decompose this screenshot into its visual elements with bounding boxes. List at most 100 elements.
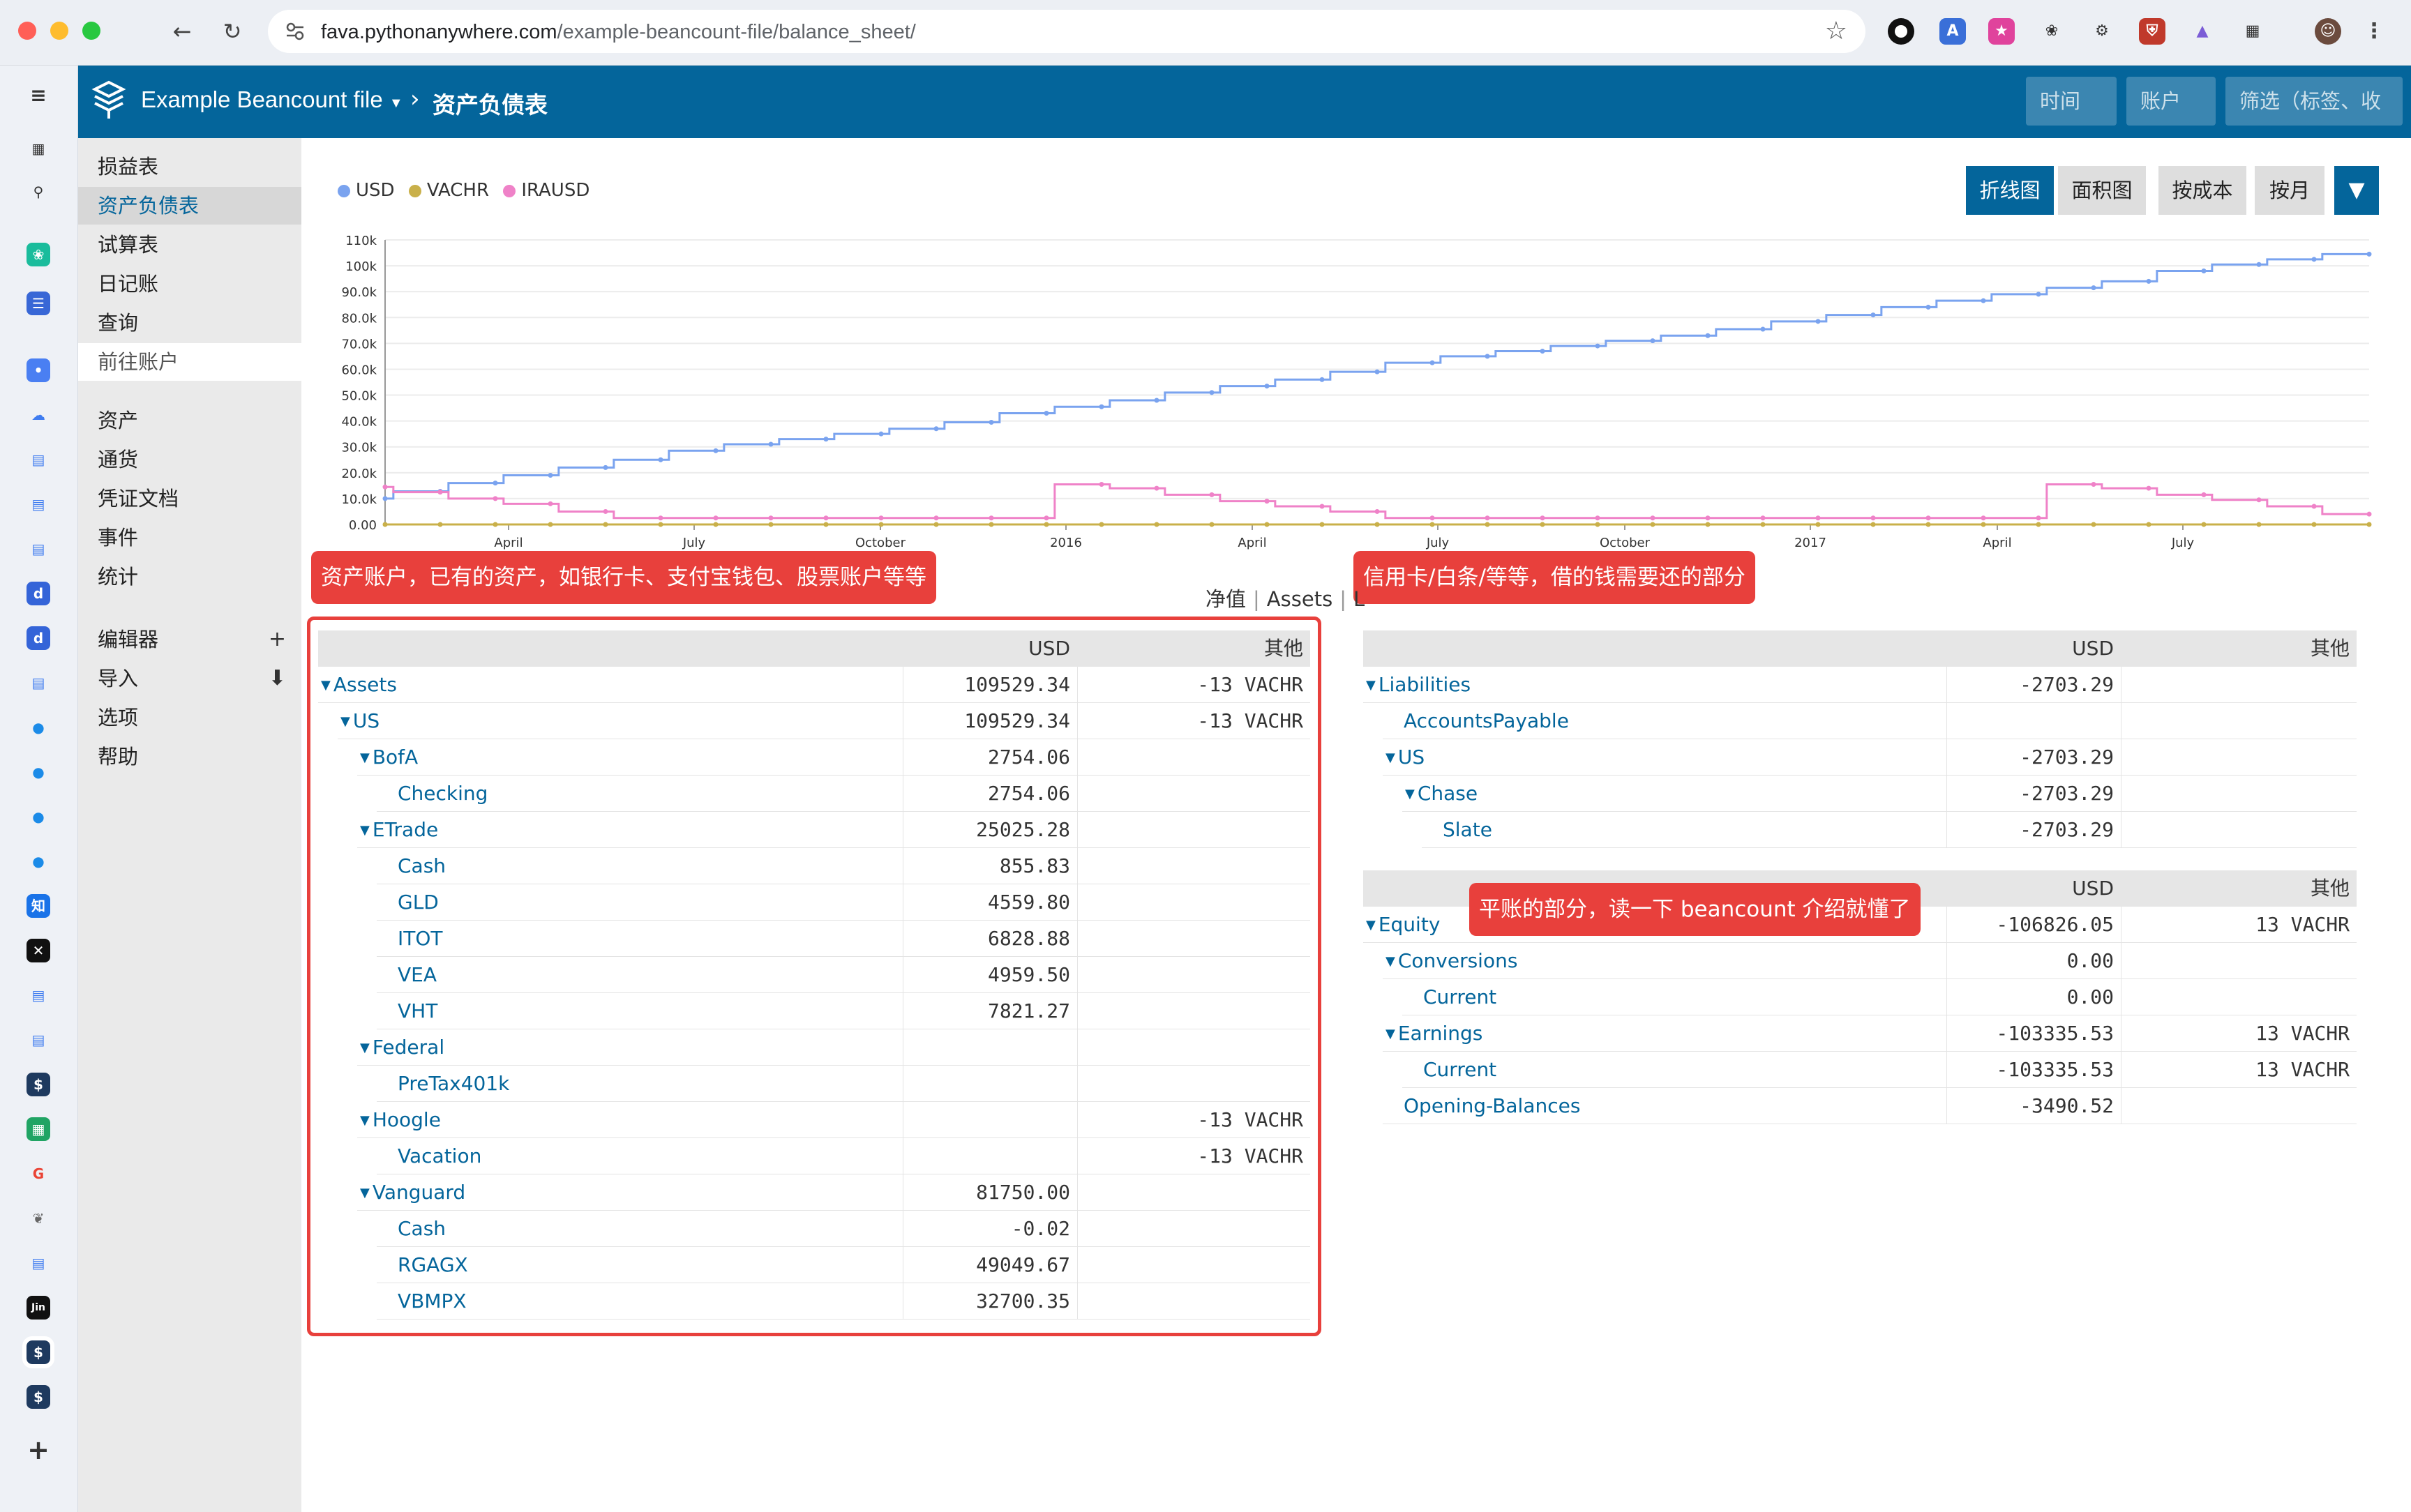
- account-name[interactable]: ITOT: [398, 921, 443, 957]
- account-name[interactable]: RGAGX: [398, 1247, 468, 1283]
- extension-translate-icon[interactable]: A: [1939, 18, 1966, 45]
- tab-chatgpt-icon[interactable]: ❀: [27, 243, 50, 266]
- tab-book-icon[interactable]: ☰: [27, 292, 50, 315]
- tab-zhihu-icon[interactable]: 知: [27, 894, 50, 918]
- ledger-selector[interactable]: Example Beancount file ▼: [141, 86, 403, 113]
- collapse-toggle-icon[interactable]: ▼: [360, 823, 370, 838]
- tab-doc-icon[interactable]: ▤: [27, 671, 50, 695]
- apps-grid-icon[interactable]: ▦: [27, 137, 50, 160]
- tab-doc-icon[interactable]: ▤: [27, 537, 50, 561]
- profile-avatar[interactable]: ☺: [2315, 18, 2341, 45]
- tab-edge-icon[interactable]: ●: [27, 760, 50, 784]
- account-filter-input[interactable]: 账户: [2126, 77, 2216, 126]
- extension-openai-icon[interactable]: ❀: [2038, 18, 2065, 45]
- tab-docs-icon[interactable]: d: [27, 582, 50, 605]
- tab-edge-icon[interactable]: ●: [27, 805, 50, 829]
- column-usd-header[interactable]: USD: [903, 630, 1077, 667]
- close-window-button[interactable]: [18, 22, 36, 40]
- collapse-toggle-icon[interactable]: ▼: [1385, 954, 1395, 969]
- collapse-toggle-icon[interactable]: ▼: [340, 714, 350, 729]
- tab-edge-icon[interactable]: ●: [27, 716, 50, 739]
- account-name[interactable]: Cash: [398, 848, 446, 884]
- extension-circle-icon[interactable]: [1888, 18, 1914, 45]
- time-filter-input[interactable]: 时间: [2026, 77, 2117, 126]
- nav-events[interactable]: 事件: [78, 519, 301, 557]
- add-icon[interactable]: +: [269, 621, 286, 658]
- reload-icon[interactable]: ↻: [216, 15, 248, 47]
- new-tab-plus-icon[interactable]: +: [27, 1437, 50, 1463]
- collapse-toggle-icon[interactable]: ▼: [1385, 750, 1395, 765]
- tab-doc-icon[interactable]: ▤: [27, 983, 50, 1007]
- tab-cloud-icon[interactable]: ☁: [27, 403, 50, 427]
- account-name[interactable]: Checking: [398, 776, 488, 812]
- account-name[interactable]: ▼ ETrade: [360, 812, 438, 848]
- column-usd-header[interactable]: USD: [1946, 870, 2121, 907]
- tab-flow-icon[interactable]: •: [27, 358, 50, 382]
- account-name[interactable]: AccountsPayable: [1404, 703, 1569, 739]
- monthly-button[interactable]: 按月: [2255, 166, 2324, 215]
- extension-pink-icon[interactable]: ★: [1988, 18, 2015, 45]
- tab-doc-icon[interactable]: ▤: [27, 448, 50, 471]
- balance-chart[interactable]: 0.00 10.0k 20.0k 30.0k 40.0k 50.0k 60.0k 70.0k 8…: [301, 223, 2411, 558]
- legend-vachr[interactable]: VACHR: [408, 180, 489, 201]
- account-name[interactable]: PreTax401k: [398, 1066, 509, 1102]
- account-name[interactable]: VBMPX: [398, 1283, 467, 1320]
- account-name[interactable]: ▼ Liabilities: [1366, 667, 1471, 703]
- collapse-toggle-icon[interactable]: ▼: [360, 750, 370, 765]
- column-usd-header[interactable]: USD: [1946, 630, 2121, 667]
- collapse-toggle-icon[interactable]: ▼: [360, 1186, 370, 1200]
- legend-irausd[interactable]: IRAUSD: [503, 180, 589, 201]
- minimize-window-button[interactable]: [50, 22, 68, 40]
- download-icon[interactable]: ⬇: [269, 660, 286, 697]
- collapse-toggle-icon[interactable]: ▼: [1366, 678, 1376, 693]
- tab-doc-icon[interactable]: ▤: [27, 1251, 50, 1275]
- collapse-toggle-icon[interactable]: ▼: [1385, 1027, 1395, 1041]
- nav-holdings[interactable]: 资产: [78, 402, 301, 439]
- nav-editor[interactable]: 编辑器 +: [78, 621, 301, 658]
- address-bar[interactable]: fava.pythonanywhere.com/example-beancoun…: [268, 10, 1865, 53]
- nav-options[interactable]: 选项: [78, 699, 301, 736]
- column-other-header[interactable]: 其他: [2121, 870, 2357, 907]
- account-name[interactable]: Current: [1423, 979, 1496, 1015]
- tab-sheets-icon[interactable]: ▦: [27, 1117, 50, 1141]
- account-name[interactable]: ▼ Equity: [1366, 907, 1440, 943]
- collapse-toggle-icon[interactable]: ▼: [360, 1113, 370, 1128]
- nav-query[interactable]: 查询: [78, 304, 301, 342]
- account-name[interactable]: ▼ Conversions: [1385, 943, 1517, 979]
- nav-import[interactable]: 导入 ⬇: [78, 660, 301, 697]
- sidebar-toggle-icon[interactable]: ≡: [27, 84, 50, 107]
- tab-fava-active-icon[interactable]: $: [22, 1336, 54, 1368]
- at-cost-button[interactable]: 按成本: [2158, 166, 2246, 215]
- nav-income-statement[interactable]: 损益表: [78, 148, 301, 186]
- nav-go-to-account[interactable]: 前往账户: [78, 343, 301, 381]
- tab-docs-icon[interactable]: d: [27, 626, 50, 650]
- account-name[interactable]: ▼ Hoogle: [360, 1102, 441, 1138]
- tab-assets[interactable]: Assets: [1260, 587, 1339, 611]
- tab-net-worth[interactable]: 净值: [1199, 587, 1253, 611]
- account-name[interactable]: VHT: [398, 993, 437, 1029]
- nav-balance-sheet[interactable]: 资产负债表: [78, 187, 301, 225]
- column-other-header[interactable]: 其他: [2121, 630, 2357, 667]
- extension-shield-icon[interactable]: ⛨: [2139, 18, 2165, 45]
- collapse-toggle-icon[interactable]: ▼: [1405, 787, 1415, 801]
- tab-edge-icon[interactable]: ●: [27, 849, 50, 873]
- line-chart-button[interactable]: 折线图: [1966, 166, 2054, 215]
- account-name[interactable]: ▼ Chase: [1405, 776, 1478, 812]
- collapse-toggle-icon[interactable]: ▼: [360, 1041, 370, 1055]
- bookmark-star-icon[interactable]: ☆: [1825, 17, 1847, 45]
- extension-flame-icon[interactable]: ▲: [2189, 18, 2216, 45]
- nav-help[interactable]: 帮助: [78, 738, 301, 776]
- account-name[interactable]: Current: [1423, 1052, 1496, 1088]
- account-name[interactable]: ▼ US: [340, 703, 380, 739]
- nav-statistics[interactable]: 统计: [78, 558, 301, 596]
- nav-journal[interactable]: 日记账: [78, 265, 301, 303]
- account-name[interactable]: Vacation: [398, 1138, 481, 1174]
- back-arrow-icon[interactable]: ←: [166, 15, 198, 47]
- account-name[interactable]: Cash: [398, 1211, 446, 1247]
- tab-google-icon[interactable]: G: [27, 1162, 50, 1186]
- zoom-window-button[interactable]: [82, 22, 100, 40]
- collapse-toggle-icon[interactable]: ▼: [1366, 918, 1376, 932]
- tab-feather-icon[interactable]: ❦: [27, 1207, 50, 1230]
- account-name[interactable]: GLD: [398, 884, 439, 921]
- extension-ai-icon[interactable]: ⚙: [2089, 18, 2115, 45]
